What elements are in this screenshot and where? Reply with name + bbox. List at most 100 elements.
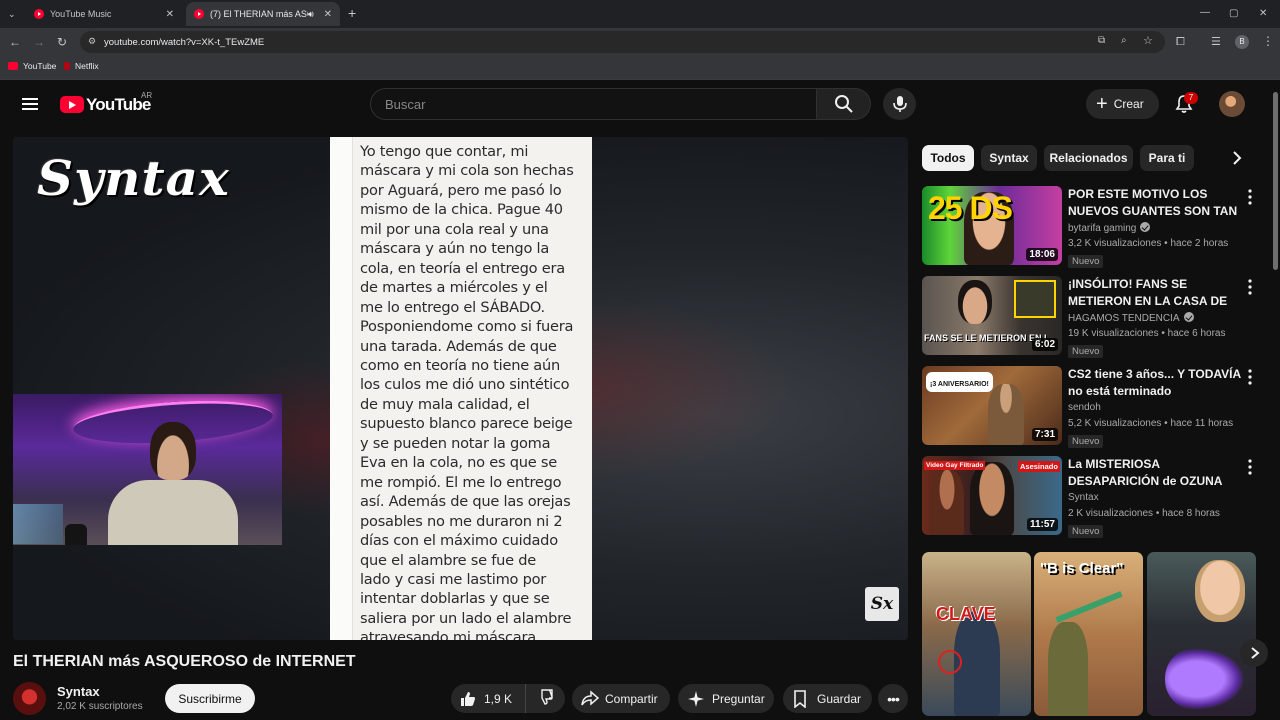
chip-todos[interactable]: Todos (922, 145, 974, 171)
verified-check-icon (1183, 312, 1194, 322)
short-thumbnail[interactable]: "B is Clear" (1034, 552, 1143, 716)
short-thumbnail[interactable]: CLAVE (922, 552, 1031, 716)
scrollbar-thumb[interactable] (1273, 92, 1278, 270)
save-button[interactable]: Guardar (783, 684, 872, 713)
more-actions-button[interactable]: ••• (878, 684, 908, 713)
youtube-favicon-icon (8, 62, 18, 70)
thumbs-up-icon (461, 691, 475, 706)
new-badge: Nuevo (1068, 435, 1104, 448)
share-icon (581, 689, 600, 706)
more-vertical-icon[interactable] (1247, 369, 1253, 385)
site-info-icon[interactable]: ⚙ (88, 36, 96, 47)
video-title[interactable]: ¡INSÓLITO! FANS SE METIERON EN LA CASA D… (1068, 276, 1248, 310)
bookmark-label: YouTube (23, 61, 57, 71)
create-button[interactable]: + Crear (1086, 89, 1159, 119)
short-face (1195, 560, 1245, 622)
thumbnail-text: FANS SE LE METIERON EN L (924, 333, 1050, 343)
close-window-icon[interactable]: ✕ (1259, 8, 1267, 20)
tab-search-icon[interactable]: ⌄ (8, 8, 16, 20)
channel-name[interactable]: bytarifa gaming (1068, 222, 1151, 234)
video-title[interactable]: La MISTERIOSA DESAPARICIÓN de OZUNA (1068, 456, 1248, 490)
forward-icon[interactable]: → (33, 36, 45, 48)
new-badge: Nuevo (1068, 525, 1104, 538)
more-vertical-icon[interactable] (1247, 459, 1253, 475)
chip-syntax[interactable]: Syntax (981, 145, 1037, 171)
short-thumbnail[interactable] (1147, 552, 1256, 716)
stream-microphone (65, 524, 87, 545)
channel-name[interactable]: Syntax (1068, 492, 1099, 503)
search-input[interactable] (370, 88, 817, 120)
close-tab-icon[interactable]: ✕ (166, 9, 174, 20)
speaker-icon[interactable]: 🔊︎ (308, 9, 314, 20)
youtube-logo-icon[interactable] (60, 96, 84, 113)
tab-youtube-music[interactable]: YouTube Music ✕ (26, 2, 182, 26)
video-thumbnail[interactable]: ¡3 ANIVERSARIO! 7:31 (922, 366, 1062, 445)
screenshot-text-document: Yo tengo que contar, mi máscara y mi col… (330, 137, 592, 640)
new-tab-icon[interactable]: + (348, 6, 356, 20)
chip-para-ti[interactable]: Para ti (1140, 145, 1194, 171)
ask-button[interactable]: Preguntar (678, 684, 774, 713)
more-vertical-icon[interactable] (1247, 189, 1253, 205)
channel-avatar[interactable] (13, 682, 46, 715)
streamer-head (150, 422, 196, 480)
share-button[interactable]: Compartir (572, 684, 670, 713)
recommendation-item[interactable]: 25 DS 18:06 POR ESTE MOTIVO LOS NUEVOS G… (922, 186, 1267, 268)
voice-search-button[interactable] (883, 88, 916, 120)
monitor-glow (13, 504, 63, 544)
install-app-icon[interactable]: ⧉ (1098, 35, 1105, 46)
channel-name[interactable]: sendoh (1068, 402, 1101, 413)
profile-avatar[interactable]: B (1235, 35, 1249, 49)
video-player[interactable]: Syntax Yo tengo que contar, mi máscara y… (13, 137, 908, 640)
shorts-next-button[interactable] (1240, 639, 1268, 667)
channel-watermark-logo: Syntax (37, 150, 230, 207)
short-title-text: CLAVE (936, 604, 996, 624)
video-title[interactable]: CS2 tiene 3 años... Y TODAVÍA no está te… (1068, 366, 1248, 400)
video-thumbnail[interactable]: Video Gay Filtrado Asesinado 11:57 (922, 456, 1062, 535)
short-circle-marker (938, 650, 962, 674)
video-meta: 3,2 K visualizaciones • hace 2 horas (1068, 238, 1229, 249)
video-duration: 18:06 (1026, 248, 1058, 261)
dislike-button[interactable] (526, 688, 554, 709)
recommendation-item[interactable]: FANS SE LE METIERON EN L 6:02 ¡INSÓLITO!… (922, 276, 1267, 358)
video-meta: 19 K visualizaciones • hace 6 horas (1068, 328, 1226, 339)
subscribe-button[interactable]: Suscribirme (165, 684, 255, 713)
thumbnail-inset (1014, 280, 1056, 318)
tab-current-video[interactable]: (7) El THERIAN más ASQUE 🔊︎ ✕ (186, 2, 340, 26)
search-button[interactable] (817, 88, 871, 120)
microphone-icon (893, 96, 907, 112)
channel-name[interactable]: HAGAMOS TENDENCIA (1068, 312, 1194, 324)
video-meta: 5,2 K visualizaciones • hace 11 horas (1068, 418, 1234, 429)
reload-icon[interactable]: ↻ (57, 36, 67, 48)
country-code: AR (141, 91, 153, 100)
url-text: youtube.com/watch?v=XK-t_TEwZME (104, 36, 265, 48)
recommendation-item[interactable]: Video Gay Filtrado Asesinado 11:57 La MI… (922, 456, 1267, 538)
document-text: Yo tengo que contar, mi máscara y mi col… (360, 143, 574, 640)
restore-icon[interactable]: ▢ (1229, 8, 1238, 20)
bookmark-youtube[interactable]: YouTube (8, 61, 56, 71)
close-tab-icon[interactable]: ✕ (324, 9, 332, 20)
menu-icon[interactable] (22, 98, 38, 110)
browser-menu-icon[interactable]: ⋮ (1262, 35, 1274, 47)
channel-name[interactable]: Syntax (57, 684, 100, 699)
back-icon[interactable]: ← (9, 36, 21, 48)
zoom-icon[interactable]: ⌕ (1121, 35, 1127, 46)
netflix-favicon-icon (64, 62, 70, 70)
video-title[interactable]: POR ESTE MOTIVO LOS NUEVOS GUANTES SON T… (1068, 186, 1248, 220)
create-label: Crear (1113, 97, 1144, 111)
minimize-icon[interactable]: — (1200, 7, 1210, 19)
like-button[interactable]: 1,9 K (451, 684, 526, 713)
chip-relacionados[interactable]: Relacionados (1044, 145, 1133, 171)
video-thumbnail[interactable]: 25 DS 18:06 (922, 186, 1062, 265)
media-controls-icon[interactable]: ☰ (1211, 36, 1221, 48)
address-bar[interactable]: ⚙ youtube.com/watch?v=XK-t_TEwZME ⧉ ⌕ ☆ (80, 31, 1165, 53)
more-vertical-icon[interactable] (1247, 279, 1253, 295)
recommendation-item[interactable]: ¡3 ANIVERSARIO! 7:31 CS2 tiene 3 años...… (922, 366, 1267, 448)
video-thumbnail[interactable]: FANS SE LE METIERON EN L 6:02 (922, 276, 1062, 355)
short-title-text: "B is Clear" (1040, 560, 1124, 577)
extensions-icon[interactable]: ⧠ (1176, 36, 1185, 48)
bookmark-netflix[interactable]: Netflix (64, 61, 99, 71)
new-badge: Nuevo (1068, 345, 1104, 358)
chevron-right-icon[interactable] (1231, 151, 1243, 165)
bookmark-star-icon[interactable]: ☆ (1143, 34, 1153, 47)
account-avatar[interactable] (1219, 91, 1245, 117)
